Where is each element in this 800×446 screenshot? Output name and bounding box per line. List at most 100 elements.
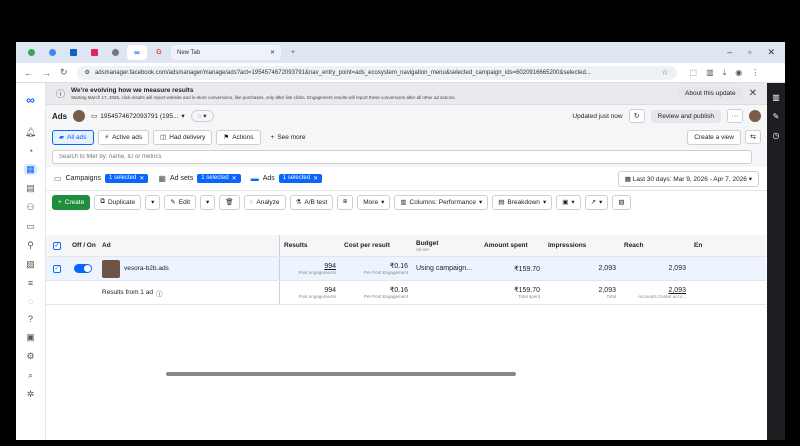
checkbox[interactable]: ✓ [53, 264, 61, 273]
document-icon[interactable]: ▤ [26, 183, 35, 194]
back-arrow-icon[interactable]: ← [24, 68, 33, 78]
refresh-button[interactable]: ↻ [628, 109, 645, 123]
ad-name-cell[interactable]: vesora-b2b.ads [98, 257, 280, 280]
selected-chip[interactable]: 1 selected ✕ [197, 174, 241, 183]
chart-icon[interactable]: ▧ [26, 259, 35, 270]
duplicate-dropdown[interactable]: ▾ [145, 194, 161, 210]
view-all-ads[interactable]: ▰ All ads [52, 129, 94, 145]
maximize-icon[interactable]: ▫ [748, 47, 751, 58]
account-selector[interactable]: ▭ 1954574672093791 (195... ▾ [91, 112, 185, 121]
billing-icon[interactable]: ▭ [26, 221, 35, 232]
url-field[interactable]: ⚙ adsmanager.facebook.com/adsmanager/man… [76, 65, 677, 80]
col-reach[interactable]: Reach [620, 235, 690, 256]
create-button[interactable]: + Create [52, 194, 91, 210]
tab-favicon-google[interactable]: G [150, 45, 168, 60]
view-actions[interactable]: ⚑ Actions [216, 129, 261, 145]
col-impressions[interactable]: Impressions [544, 235, 620, 256]
search-input[interactable] [52, 150, 752, 164]
chart-button[interactable]: ▨ [612, 194, 631, 210]
more-dropdown[interactable]: More ▾ [357, 194, 391, 210]
date-range-picker[interactable]: ▦ Last 30 days: Mar 9, 2026 - Apr 7, 202… [617, 170, 759, 187]
col-cost-per-result[interactable]: Cost per result [340, 235, 412, 256]
tab-meta-active[interactable]: ∞ [127, 45, 147, 60]
close-banner-icon[interactable]: ✕ [749, 88, 757, 99]
close-tab-icon[interactable]: ✕ [270, 49, 275, 56]
close-icon[interactable]: ✕ [139, 175, 144, 182]
history-icon[interactable]: ◷ [773, 131, 780, 140]
more-options-button[interactable]: ··· [727, 109, 743, 123]
about-update-button[interactable]: About this update [678, 87, 743, 100]
total-reach-value[interactable]: 2,093 [668, 287, 686, 294]
new-tab-button[interactable]: + [284, 45, 302, 60]
export-dropdown[interactable]: ↗ ▾ [584, 194, 609, 210]
view-active-ads[interactable]: ⚡︎ Active ads [97, 129, 150, 145]
edit-dropdown[interactable]: ▾ [200, 194, 216, 210]
pencil-icon[interactable]: ✎ [773, 112, 780, 121]
view-had-delivery[interactable]: ◫ Had delivery [153, 129, 213, 145]
analyze-button[interactable]: ◌ Analyze [243, 194, 286, 210]
tab-favicon-2[interactable] [43, 45, 61, 60]
tab-favicon-3[interactable] [64, 45, 82, 60]
columns-dropdown[interactable]: ▥ Columns: Performance ▾ [394, 194, 489, 210]
rules-button[interactable]: ⧈ [337, 194, 354, 210]
delivery-toggle[interactable] [74, 264, 92, 273]
bookmark-star-icon[interactable]: ☆ [661, 68, 668, 77]
user-avatar[interactable] [749, 110, 761, 122]
breakdown-dropdown[interactable]: ▤ Breakdown ▾ [492, 194, 553, 210]
col-offon[interactable]: Off / On [68, 235, 98, 256]
tab-campaigns[interactable]: ▭ Campaigns 1 selected ✕ [54, 174, 149, 183]
results-value[interactable]: 994 [324, 263, 336, 270]
col-en[interactable]: En [690, 235, 710, 256]
meta-logo-icon[interactable]: ∞ [26, 93, 35, 107]
split-view-icon[interactable]: ▥ [706, 68, 714, 78]
review-publish-button[interactable]: Review and publish [650, 109, 721, 123]
selected-chip[interactable]: 1 selected ✕ [278, 174, 323, 183]
col-budget[interactable]: Budget Ad set [412, 235, 480, 256]
meta-ai-icon[interactable]: ◌ [28, 296, 33, 306]
forward-arrow-icon[interactable]: → [42, 68, 51, 78]
download-icon[interactable]: ⤓ [723, 68, 727, 78]
minimize-icon[interactable]: – [727, 47, 732, 58]
help-icon[interactable]: ? [28, 314, 33, 324]
tab-ads[interactable]: ▬ Ads 1 selected ✕ [251, 174, 323, 183]
duplicate-button[interactable]: ⧉ Duplicate [94, 194, 142, 210]
reports-dropdown[interactable]: ▣ ▾ [556, 194, 581, 210]
dashboard-icon[interactable]: ◔ [28, 146, 33, 156]
site-info-icon[interactable]: ⚙ [85, 69, 90, 76]
col-results[interactable]: Results [280, 235, 340, 256]
report-icon[interactable]: ▣ [26, 332, 35, 343]
settings-icon[interactable]: ⚙ [26, 351, 34, 362]
panel-icon[interactable]: ▥ [772, 93, 780, 102]
ab-test-button[interactable]: ⚗ A/B test [289, 194, 334, 210]
status-selector[interactable]: ◌ ▾ [190, 110, 214, 122]
close-icon[interactable]: ✕ [232, 175, 237, 182]
ad-name[interactable]: vesora-b2b.ads [124, 265, 169, 272]
audience-icon[interactable]: ⚇ [26, 202, 34, 213]
checkbox[interactable]: ✓ [53, 241, 61, 250]
tab-favicon-4[interactable] [85, 45, 103, 60]
bell-icon[interactable]: 🔔︎ [25, 127, 36, 138]
info-icon[interactable]: ⓘ [156, 288, 163, 298]
delete-button[interactable]: 🗑︎ [219, 194, 240, 210]
tab-favicon-1[interactable] [22, 45, 40, 60]
select-all-checkbox[interactable]: ✓ [46, 235, 68, 256]
tab-favicon-5[interactable] [106, 45, 124, 60]
col-ad[interactable]: Ad [98, 235, 280, 256]
tab-new-tab[interactable]: New Tab ✕ [171, 45, 281, 60]
col-amount-spent[interactable]: Amount spent [480, 235, 544, 256]
edit-button[interactable]: ✎ Edit [164, 194, 196, 210]
campaigns-table-icon[interactable]: ▦ [24, 164, 37, 175]
selected-chip[interactable]: 1 selected ✕ [104, 174, 149, 183]
create-view-button[interactable]: Create a view [687, 129, 741, 145]
menu-icon[interactable]: ≡ [28, 278, 33, 288]
browser-menu-icon[interactable]: ⋮ [751, 68, 759, 78]
bug-icon[interactable]: ✲ [27, 389, 35, 400]
swap-icon[interactable]: ⇆ [745, 129, 761, 144]
see-more-button[interactable]: + See more [265, 130, 312, 145]
tab-adsets[interactable]: ▦ Ad sets 1 selected ✕ [158, 174, 241, 183]
search-icon[interactable]: ⌕ [28, 370, 33, 381]
events-icon[interactable]: ⚲ [27, 240, 34, 251]
extensions-icon[interactable]: ⬚ [690, 68, 698, 78]
profile-icon[interactable]: ◉ [735, 68, 742, 78]
reload-icon[interactable]: ↻ [60, 67, 68, 78]
